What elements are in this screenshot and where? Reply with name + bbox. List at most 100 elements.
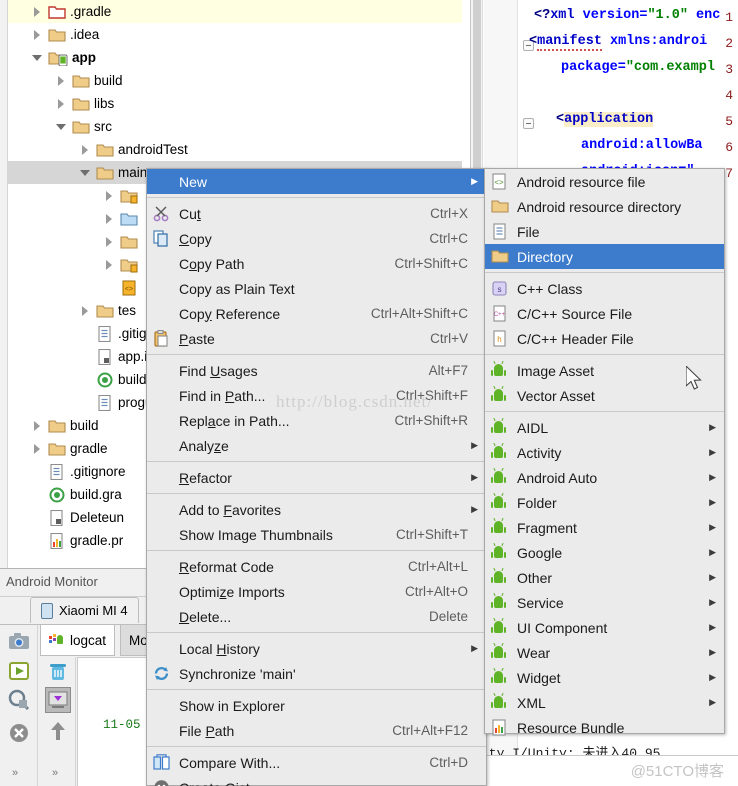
tab-logcat[interactable]: logcat xyxy=(40,625,116,656)
new-menu-item-wear[interactable]: Wear ▶ xyxy=(485,640,724,665)
new-menu-item-android-resource-directory[interactable]: Android resource directory xyxy=(485,194,724,219)
tree-twisty-collapsed[interactable] xyxy=(56,75,67,86)
menu-item-show-image-thumbnails[interactable]: Show Image Thumbnails Ctrl+Shift+T xyxy=(147,522,486,547)
new-menu-item-c-c-header-file[interactable]: h C/C++ Header File xyxy=(485,326,724,351)
menu-item-compare-with[interactable]: Compare With... Ctrl+D xyxy=(147,750,486,775)
menu-item-analyze[interactable]: Analyze ▶ xyxy=(147,433,486,458)
tree-row[interactable]: .gradle xyxy=(8,0,462,23)
tree-twisty-collapsed[interactable] xyxy=(104,259,115,270)
menu-item-replace-in-path[interactable]: Replace in Path... Ctrl+Shift+R xyxy=(147,408,486,433)
tree-twisty-collapsed[interactable] xyxy=(32,6,43,17)
folder-icon xyxy=(491,199,509,213)
menu-item-label: Copy as Plain Text xyxy=(179,280,295,297)
tree-twisty-collapsed[interactable] xyxy=(80,305,91,316)
clear-logcat-icon[interactable] xyxy=(47,661,69,686)
tree-twisty-collapsed[interactable] xyxy=(32,443,43,454)
new-menu-item-service[interactable]: Service ▶ xyxy=(485,590,724,615)
new-menu-item-android-resource-file[interactable]: <> Android resource file xyxy=(485,169,724,194)
code-token: "com.exampl xyxy=(625,60,715,75)
menu-item-find-in-path[interactable]: Find in Path... Ctrl+Shift+F xyxy=(147,383,486,408)
menu-item-delete[interactable]: Delete... Delete xyxy=(147,604,486,629)
menu-item-shortcut: Ctrl+Shift+R xyxy=(394,413,468,428)
tree-twisty-collapsed[interactable] xyxy=(104,190,115,201)
tree-twisty-expanded[interactable] xyxy=(56,121,67,132)
tree-row[interactable]: src xyxy=(8,115,462,138)
menu-item-optimize-imports[interactable]: Optimize Imports Ctrl+Alt+O xyxy=(147,579,486,604)
new-menu-item-activity[interactable]: Activity ▶ xyxy=(485,440,724,465)
menu-item-label: Reformat Code xyxy=(179,558,274,575)
new-menu-item-fragment[interactable]: Fragment ▶ xyxy=(485,515,724,540)
editor-scroll-thumb[interactable] xyxy=(473,0,481,170)
menu-item-create-gist[interactable]: Create Gist... xyxy=(147,775,486,786)
layout-inspector-icon[interactable] xyxy=(6,687,32,713)
menu-item-label: Activity xyxy=(517,444,562,461)
tree-twisty-collapsed[interactable] xyxy=(80,144,91,155)
file-icon xyxy=(98,325,111,342)
menu-item-file-path[interactable]: File Path Ctrl+Alt+F12 xyxy=(147,718,486,743)
tree-row[interactable]: build xyxy=(8,69,462,92)
terminate-icon[interactable] xyxy=(6,720,32,746)
new-menu-item-widget[interactable]: Widget ▶ xyxy=(485,665,724,690)
new-submenu[interactable]: <> Android resource file Android resource … xyxy=(484,168,725,736)
menu-item-label: Add to Favorites xyxy=(179,501,281,518)
menu-item-copy-reference[interactable]: Copy Reference Ctrl+Alt+Shift+C xyxy=(147,301,486,326)
new-menu-item-directory[interactable]: Directory xyxy=(485,244,724,269)
logcat-toolbar[interactable]: » xyxy=(40,657,76,786)
line-number: 7 xyxy=(725,166,733,181)
menu-item-copy[interactable]: Copy Ctrl+C xyxy=(147,226,486,251)
status-log-text: ity I/Unity: 未进入40.95 xyxy=(481,746,661,755)
menu-item-find-usages[interactable]: Find Usages Alt+F7 xyxy=(147,358,486,383)
tree-twisty-expanded[interactable] xyxy=(80,167,91,178)
new-menu-item-other[interactable]: Other ▶ xyxy=(485,565,724,590)
menu-item-synchronize-main[interactable]: Synchronize 'main' xyxy=(147,661,486,686)
menu-item-shortcut: Ctrl+V xyxy=(430,331,468,346)
fold-marker-line5[interactable] xyxy=(523,118,534,129)
screenshot-icon[interactable] xyxy=(6,629,32,655)
scroll-to-end-toggle[interactable] xyxy=(45,687,71,713)
menu-item-icon xyxy=(491,718,511,737)
tree-twisty-collapsed[interactable] xyxy=(32,29,43,40)
menu-item-copy-as-plain-text[interactable]: Copy as Plain Text xyxy=(147,276,486,301)
expand-toolstrip-icon[interactable]: » xyxy=(12,767,18,779)
monitor-toolstrip[interactable]: » xyxy=(0,625,38,786)
tree-twisty-collapsed[interactable] xyxy=(104,213,115,224)
new-menu-item-google[interactable]: Google ▶ xyxy=(485,540,724,565)
scroll-up-icon[interactable] xyxy=(49,719,67,746)
tree-row-label: main xyxy=(118,165,148,180)
menu-item-new[interactable]: New ▶ xyxy=(147,169,486,194)
tree-row[interactable]: app xyxy=(8,46,462,69)
new-menu-item-folder[interactable]: Folder ▶ xyxy=(485,490,724,515)
new-menu-item-android-auto[interactable]: Android Auto ▶ xyxy=(485,465,724,490)
tree-row[interactable]: androidTest xyxy=(8,138,462,161)
tree-twisty-expanded[interactable] xyxy=(32,52,43,63)
tree-twisty-collapsed[interactable] xyxy=(32,420,43,431)
device-selector[interactable]: Xiaomi MI 4 xyxy=(30,597,139,623)
new-menu-item-c-c-source-file[interactable]: C++ C/C++ Source File xyxy=(485,301,724,326)
menu-item-add-to-favorites[interactable]: Add to Favorites ▶ xyxy=(147,497,486,522)
tree-row[interactable]: .idea xyxy=(8,23,462,46)
menu-item-label: Optimize Imports xyxy=(179,583,285,600)
menu-item-icon xyxy=(153,640,173,658)
menu-item-show-in-explorer[interactable]: Show in Explorer xyxy=(147,693,486,718)
code-token: version= xyxy=(574,8,648,23)
tree-twisty-collapsed[interactable] xyxy=(104,236,115,247)
tree-row[interactable]: libs xyxy=(8,92,462,115)
new-menu-item-c-class[interactable]: s C++ Class xyxy=(485,276,724,301)
menu-item-copy-path[interactable]: Copy Path Ctrl+Shift+C xyxy=(147,251,486,276)
tree-twisty-none xyxy=(80,351,91,362)
project-context-menu[interactable]: New ▶ Cut Ctrl+X Copy Ctrl+C Copy Path Ctrl+Shi… xyxy=(146,168,487,786)
menu-item-paste[interactable]: Paste Ctrl+V xyxy=(147,326,486,351)
tree-twisty-collapsed[interactable] xyxy=(56,98,67,109)
menu-item-cut[interactable]: Cut Ctrl+X xyxy=(147,201,486,226)
new-menu-item-ui-component[interactable]: UI Component ▶ xyxy=(485,615,724,640)
expand-logcat-toolbar-icon[interactable]: » xyxy=(52,767,58,779)
menu-item-reformat-code[interactable]: Reformat Code Ctrl+Alt+L xyxy=(147,554,486,579)
new-menu-item-resource-bundle[interactable]: Resource Bundle xyxy=(485,715,724,740)
menu-item-local-history[interactable]: Local History ▶ xyxy=(147,636,486,661)
screen-record-icon[interactable] xyxy=(6,658,32,684)
new-menu-item-file[interactable]: File xyxy=(485,219,724,244)
new-menu-item-xml[interactable]: XML ▶ xyxy=(485,690,724,715)
menu-separator xyxy=(485,272,724,273)
menu-item-refactor[interactable]: Refactor ▶ xyxy=(147,465,486,490)
new-menu-item-aidl[interactable]: AIDL ▶ xyxy=(485,415,724,440)
